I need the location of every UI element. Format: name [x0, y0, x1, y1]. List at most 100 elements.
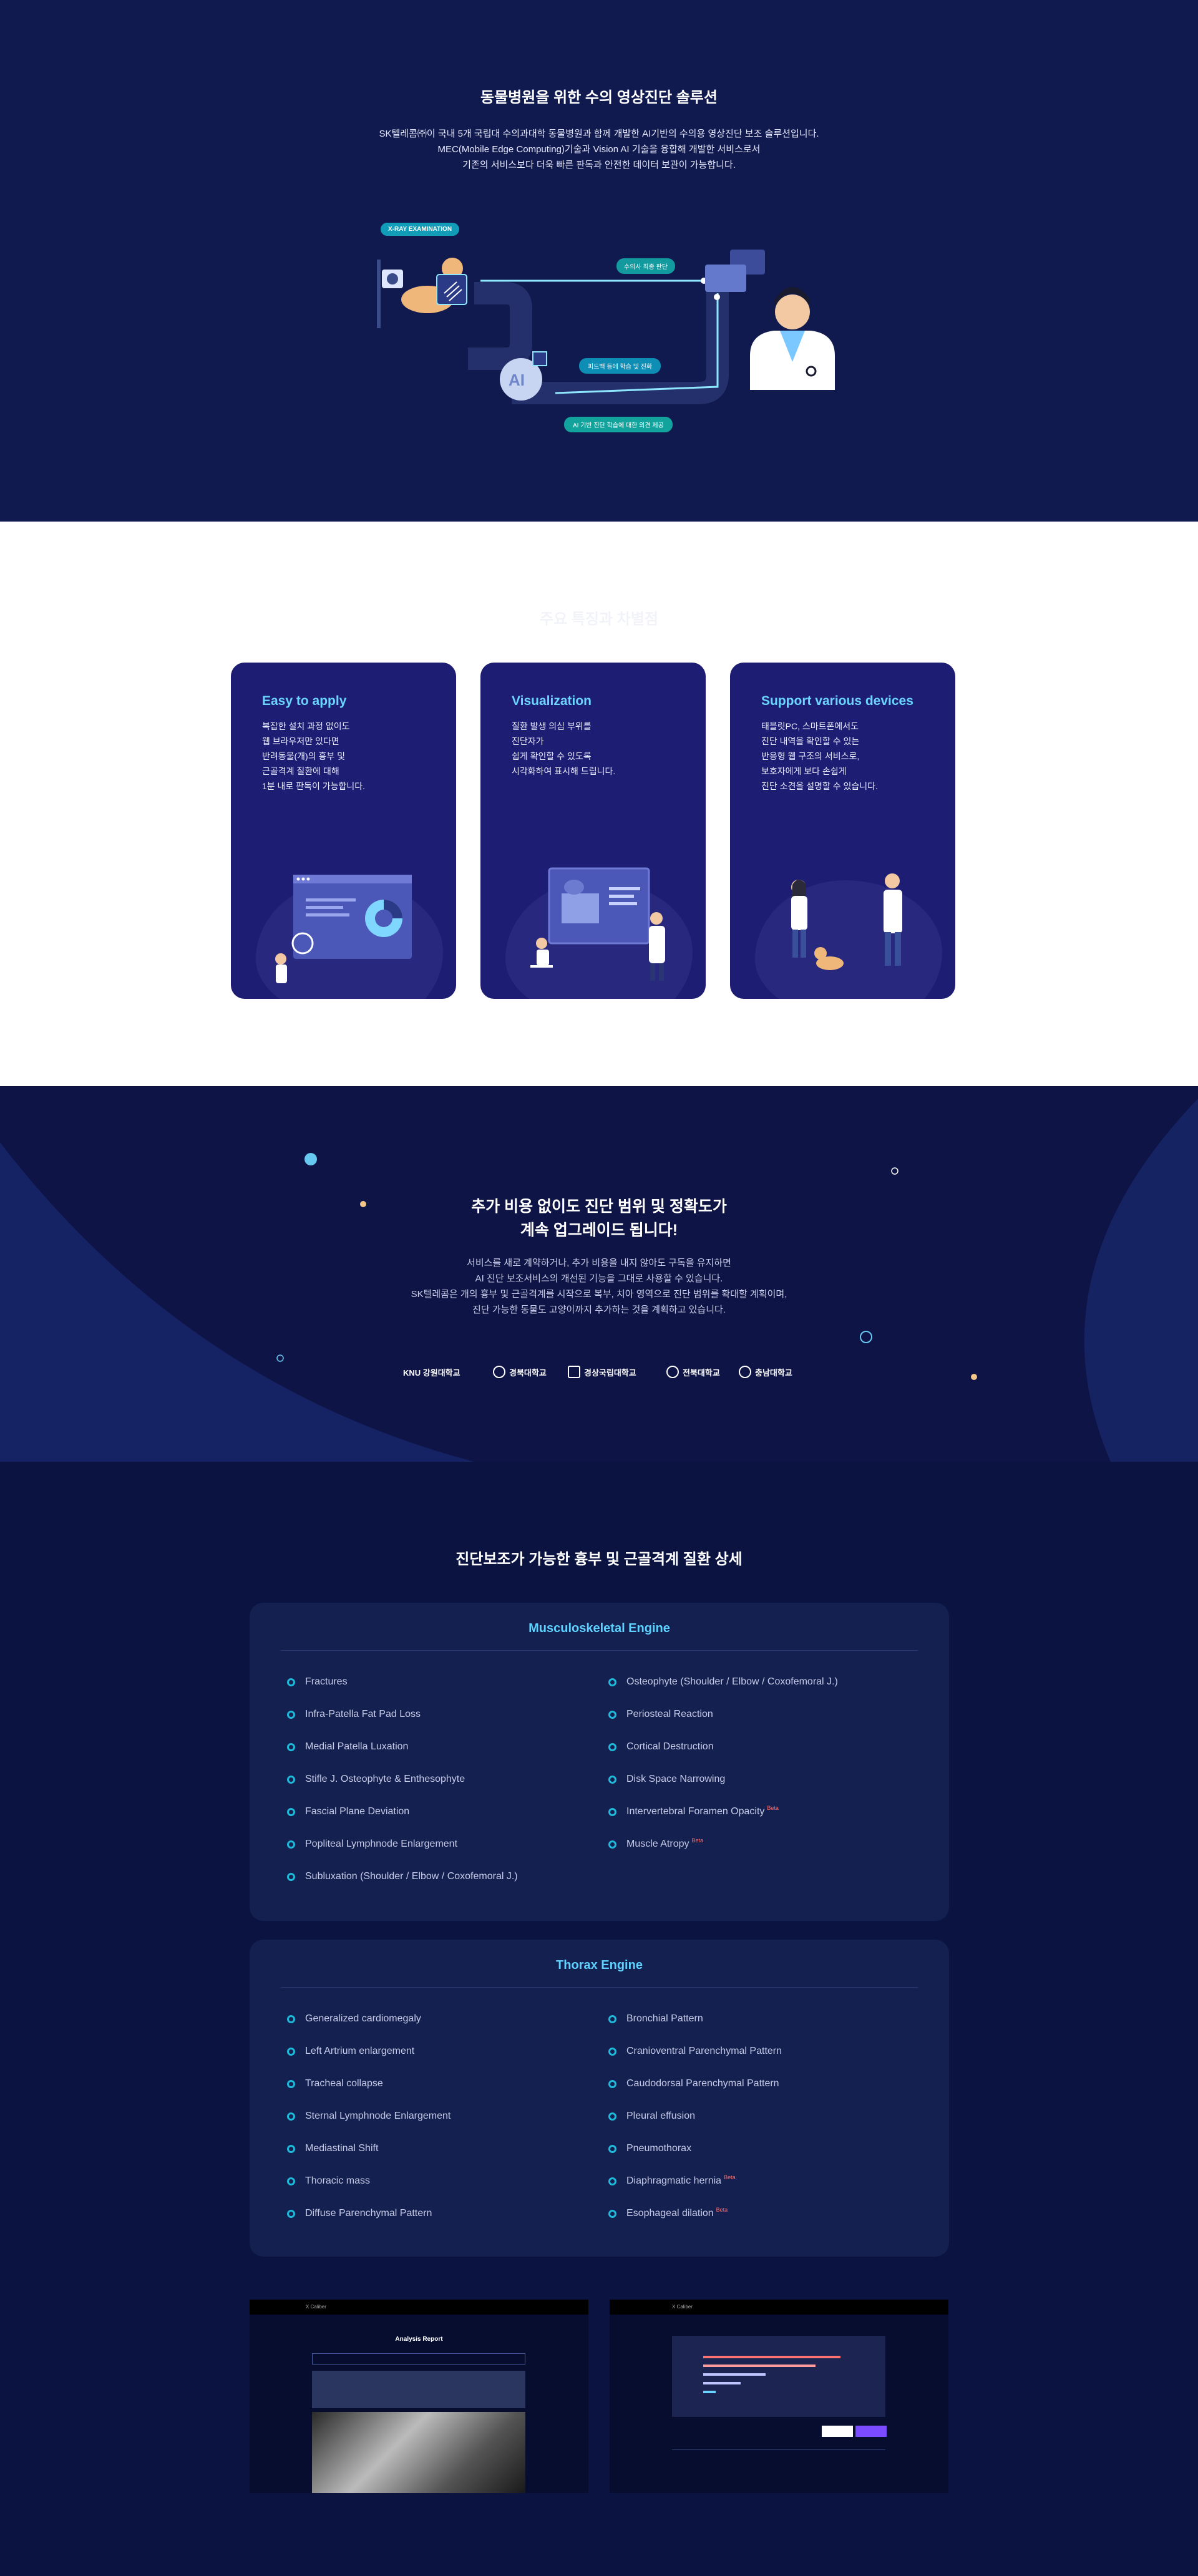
university-name: 경북대학교	[509, 1368, 547, 1378]
report-title: Analysis Report	[395, 2336, 443, 2343]
feature-card-visualization: Visualization 질환 발생 의심 부위를 진단자가 쉽게 확인할 수…	[480, 663, 706, 999]
analysis-report-screenshot: X Caliber Analysis Report	[250, 2300, 588, 2493]
condition-label: Caudodorsal Parenchymal Pattern	[626, 2078, 779, 2089]
bullet-icon	[287, 2177, 295, 2185]
bullet-icon	[608, 1775, 616, 1784]
bullet-icon	[287, 2112, 295, 2121]
hero-title: 동물병원을 위한 수의 영상진단 솔루션	[480, 89, 718, 106]
ai-opinion-label: AI 기반 진단 학습에 대한 의견 제공	[564, 417, 673, 432]
divider	[281, 1650, 918, 1651]
university-logo-knu2: 경북대학교	[493, 1364, 547, 1379]
condition-label: Tracheal collapse	[305, 2078, 383, 2089]
condition-label: Mediastinal Shift	[305, 2143, 379, 2154]
person-icon	[275, 953, 286, 965]
university-name: KNU 강원대학교	[403, 1368, 460, 1378]
thorax-condition-item: Mediastinal Shift	[287, 2143, 378, 2154]
bullet-icon	[287, 2047, 295, 2056]
feature-card-title: Support various devices	[761, 694, 913, 708]
university-name: 충남대학교	[755, 1368, 792, 1378]
condition-label: Infra-Patella Fat Pad Loss	[305, 1709, 421, 1719]
screenshot-brand: X Caliber	[306, 2304, 326, 2310]
condition-label: Subluxation (Shoulder / Elbow / Coxofemo…	[305, 1871, 518, 1882]
vet-judgment-label: 수의사 최종 판단	[616, 258, 675, 274]
chat-bubble-icon	[705, 265, 746, 292]
bullet-icon	[608, 1807, 616, 1816]
hero-desc-line: SK텔레콤㈜이 국내 5개 국립대 수의과대학 동물병원과 함께 개발한 AI기…	[379, 129, 819, 139]
university-seal-icon	[739, 1366, 751, 1378]
upgrade-desc-line: AI 진단 보조서비스의 개선된 기능을 그대로 사용할 수 있습니다.	[475, 1273, 723, 1284]
musculo-condition-item: Stifle J. Osteophyte & Enthesophyte	[287, 1774, 465, 1785]
xray-stand-icon	[377, 260, 381, 328]
thorax-condition-item: Pleural effusion	[608, 2111, 695, 2122]
thorax-condition-item: Left Artrium enlargement	[287, 2046, 414, 2057]
engines-title: 진단보조가 가능한 흉부 및 근골격계 질환 상세	[455, 1551, 743, 1568]
xray-label: X-RAY EXAMINATION	[381, 223, 460, 236]
doctor-icon	[885, 873, 900, 888]
thorax-engine-card: Thorax Engine Generalized cardiomegaly Le…	[250, 1940, 949, 2257]
upgrade-desc-line: SK텔레콤은 개의 흉부 및 근골격계를 시작으로 복부, 치아 영역으로 진단…	[411, 1289, 787, 1300]
musculo-condition-item: Fascial Plane Deviation	[287, 1806, 409, 1817]
bullet-icon	[287, 2209, 295, 2218]
musculo-condition-item: Infra-Patella Fat Pad Loss	[287, 1709, 421, 1720]
university-seal-icon	[493, 1366, 505, 1378]
decor-dot-icon	[891, 1167, 898, 1175]
bullet-icon	[608, 2177, 616, 2185]
beta-badge: Beta	[767, 1805, 779, 1811]
condition-label: Fascial Plane Deviation	[305, 1806, 410, 1817]
condition-label: Muscle Atropy	[626, 1839, 689, 1849]
condition-label: Periosteal Reaction	[626, 1709, 713, 1719]
bullet-icon	[608, 1840, 616, 1849]
university-name: 경상국립대학교	[584, 1368, 636, 1378]
learning-label: 피드백 등에 학습 및 진화	[579, 358, 661, 374]
thorax-condition-item: Caudodorsal Parenchymal Pattern	[608, 2078, 779, 2089]
features-title: 주요 특징과 차별점	[540, 611, 658, 628]
bullet-icon	[608, 1678, 616, 1686]
university-name: 전북대학교	[683, 1368, 720, 1378]
condition-label: Pneumothorax	[626, 2143, 692, 2154]
condition-label: Cranioventral Parenchymal Pattern	[626, 2046, 782, 2056]
hero-description: SK텔레콤㈜이 국내 5개 국립대 수의과대학 동물병원과 함께 개발한 AI기…	[0, 126, 1198, 173]
browser-chart-illustration	[275, 875, 412, 983]
musculoskeletal-engine-card: Musculoskeletal Engine Fractures Infra-Pa…	[250, 1603, 949, 1921]
bullet-icon	[608, 2047, 616, 2056]
musculo-condition-item: Disk Space Narrowing	[608, 1774, 725, 1785]
bullet-icon	[287, 1742, 295, 1751]
university-logo-cnu: 충남대학교	[739, 1364, 792, 1379]
musculo-condition-item: Intervertebral Foramen Opacity Beta	[608, 1805, 779, 1817]
condition-label: Fractures	[305, 1676, 348, 1687]
engines-section: 진단보조가 가능한 흉부 및 근골격계 질환 상세 Musculoskeleta…	[0, 1462, 1198, 2576]
decor-dot-icon	[971, 1374, 977, 1380]
condition-label: Popliteal Lymphnode Enlargement	[305, 1839, 458, 1849]
arrow-to-ai	[555, 293, 719, 394]
bullet-icon	[287, 1678, 295, 1686]
condition-label: Osteophyte (Shoulder / Elbow / Coxofemor…	[626, 1676, 838, 1687]
university-seal-icon	[666, 1366, 679, 1378]
upgrade-title-line: 계속 업그레이드 됩니다!	[520, 1222, 678, 1239]
thorax-condition-item: Diaphragmatic hernia Beta	[608, 2174, 736, 2187]
condition-label: Left Artrium enlargement	[305, 2046, 415, 2056]
condition-label: Thoracic mass	[305, 2175, 371, 2186]
node-dot	[714, 294, 720, 300]
condition-label: Generalized cardiomegaly	[305, 2013, 421, 2024]
university-logo-jbnu: 전북대학교	[666, 1364, 720, 1379]
bullet-icon	[287, 1710, 295, 1719]
feature-card-desc: 태블릿PC, 스마트폰에서도 진단 내역을 확인할 수 있는 반응형 웹 구조의…	[761, 721, 878, 791]
doctor-icon	[650, 912, 663, 925]
xray-monitor-icon	[436, 274, 467, 305]
dashboard-screenshot: X Caliber	[610, 2300, 948, 2493]
features-section: 주요 특징과 차별점 Easy to apply 복잡한 설치 과정 없이도 웹…	[0, 522, 1198, 1086]
person-icon	[536, 938, 547, 949]
beta-badge: Beta	[716, 2207, 728, 2213]
thorax-condition-item: Pneumothorax	[608, 2143, 691, 2154]
bullet-icon	[608, 1742, 616, 1751]
thorax-condition-item: Sternal Lymphnode Enlargement	[287, 2111, 450, 2122]
decor-dot-icon	[860, 1331, 872, 1343]
decor-dot-icon	[304, 1153, 317, 1165]
upgrade-description: 서비스를 새로 계약하거나, 추가 비용을 내지 않아도 구독을 유지하면 AI…	[0, 1255, 1198, 1318]
thorax-condition-item: Cranioventral Parenchymal Pattern	[608, 2046, 782, 2057]
musculo-condition-item: Fractures	[287, 1676, 348, 1688]
condition-label: Sternal Lymphnode Enlargement	[305, 2111, 451, 2121]
university-logo-gnu: 경상국립대학교	[568, 1364, 636, 1379]
condition-label: Disk Space Narrowing	[626, 1774, 726, 1784]
condition-label: Pleural effusion	[626, 2111, 695, 2121]
